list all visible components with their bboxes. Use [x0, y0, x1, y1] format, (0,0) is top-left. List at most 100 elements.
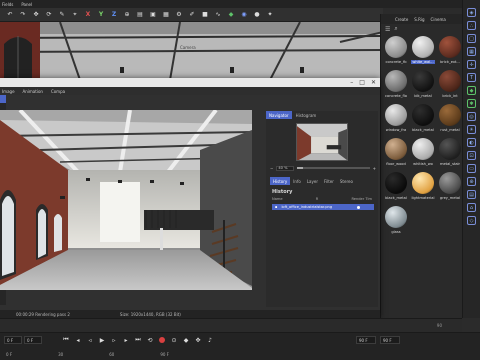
spline-icon[interactable]: ∿: [214, 11, 222, 19]
cloner-icon[interactable]: ✱: [467, 99, 476, 108]
picture-viewer-icon[interactable]: ▦: [162, 11, 170, 19]
material-item[interactable]: blk_metal: [411, 70, 435, 102]
keyframe-icon[interactable]: ◆: [182, 336, 190, 344]
lock-icon[interactable]: ⌂: [467, 203, 476, 212]
grid-icon[interactable]: ▤: [467, 190, 476, 199]
material-item[interactable]: brick_ext...: [438, 36, 462, 68]
navigator-thumbnail[interactable]: [296, 123, 348, 161]
prev-key-icon[interactable]: ◂: [74, 336, 82, 344]
view-tab[interactable]: [0, 95, 6, 103]
sphere-icon[interactable]: ●: [253, 11, 261, 19]
pen-icon[interactable]: ✎: [58, 11, 66, 19]
tab-stereo[interactable]: Stereo: [337, 177, 356, 185]
tab-cinema[interactable]: Cinema: [431, 17, 446, 22]
menu-image[interactable]: Image: [2, 89, 15, 94]
autokey-icon[interactable]: ⊙: [170, 336, 178, 344]
render-icon[interactable]: ▣: [149, 11, 157, 19]
polygons-mode-icon[interactable]: ▦: [467, 47, 476, 56]
rotate-icon[interactable]: ⟳: [45, 11, 53, 19]
light-tool-icon[interactable]: ☀: [467, 125, 476, 134]
tab-create[interactable]: Create: [395, 17, 408, 22]
prev-frame-icon[interactable]: ◃: [86, 336, 94, 344]
play-icon[interactable]: ▶: [98, 336, 106, 344]
light-icon[interactable]: ✦: [266, 11, 274, 19]
material-item[interactable]: whitish_wo: [411, 138, 435, 170]
search-icon[interactable]: ⌕: [394, 25, 397, 33]
y-axis-toggle[interactable]: Y: [97, 11, 105, 19]
material-item[interactable]: grey_metal: [438, 172, 462, 204]
tab-history[interactable]: History: [270, 177, 291, 185]
first-frame-icon[interactable]: ⏮: [62, 336, 70, 344]
start-frame-field[interactable]: 0 F: [4, 336, 22, 344]
tab-srig[interactable]: S.Rig: [414, 17, 424, 22]
preview-end-field[interactable]: 90 F: [380, 336, 400, 344]
select-icon[interactable]: ⌖: [71, 11, 79, 19]
deformer-icon[interactable]: ◉: [240, 11, 248, 19]
coordinate-icon[interactable]: ⊕: [123, 11, 131, 19]
material-item[interactable]: window_fra: [384, 104, 408, 136]
tab-layer[interactable]: Layer: [304, 177, 321, 185]
material-item[interactable]: concrete_flo: [384, 70, 408, 102]
menu-compare[interactable]: Compa: [51, 89, 65, 94]
zoom-slider[interactable]: [297, 167, 370, 169]
minimize-icon[interactable]: –: [350, 79, 353, 86]
timeline[interactable]: 90: [0, 318, 462, 332]
edges-mode-icon[interactable]: ▢: [467, 34, 476, 43]
move-icon[interactable]: ✥: [32, 11, 40, 19]
deformer-tool-icon[interactable]: ◐: [467, 138, 476, 147]
z-axis-toggle[interactable]: Z: [110, 11, 118, 19]
zoom-field[interactable]: 40 %: [276, 165, 295, 171]
axis-icon[interactable]: ✛: [467, 60, 476, 69]
editor-viewport[interactable]: Camera: [0, 22, 383, 80]
globe-icon[interactable]: ⊕: [467, 177, 476, 186]
tab-navigator[interactable]: Navigator: [266, 111, 292, 119]
undo-icon[interactable]: ↶: [6, 11, 14, 19]
record-icon[interactable]: [158, 336, 166, 344]
python-icon[interactable]: ◇: [467, 216, 476, 225]
material-item[interactable]: black_metal: [411, 104, 435, 136]
zoom-in-icon[interactable]: +: [373, 166, 376, 171]
tab-info[interactable]: Info: [290, 177, 304, 185]
history-row[interactable]: ▪ loft_office_industrialstar.png: [272, 204, 374, 210]
motion-icon[interactable]: ✥: [194, 336, 202, 344]
cube-tool-icon[interactable]: ◆: [467, 86, 476, 95]
material-item[interactable]: rust_metal: [438, 104, 462, 136]
next-key-icon[interactable]: ▸: [122, 336, 130, 344]
edit-icon[interactable]: ✐: [188, 11, 196, 19]
material-item[interactable]: brick_int: [438, 70, 462, 102]
object-mode-icon[interactable]: ◈: [467, 8, 476, 17]
current-frame-field[interactable]: 0 F: [24, 336, 42, 344]
tab-filter[interactable]: Filter: [321, 177, 337, 185]
points-mode-icon[interactable]: ∴: [467, 21, 476, 30]
menu-panel[interactable]: Panel: [21, 2, 32, 7]
last-frame-icon[interactable]: ⏭: [134, 336, 142, 344]
material-item[interactable]: metal_stair: [438, 138, 462, 170]
snap-icon[interactable]: ⊡: [467, 151, 476, 160]
material-item[interactable]: white_wal...: [411, 36, 435, 68]
material-item[interactable]: concrete_fb: [384, 36, 408, 68]
menu-animation[interactable]: Animation: [23, 89, 43, 94]
menu-fields[interactable]: Fields: [2, 2, 13, 7]
close-icon[interactable]: ✕: [371, 79, 376, 86]
zoom-out-icon[interactable]: −: [270, 166, 273, 171]
redo-icon[interactable]: ↷: [19, 11, 27, 19]
material-item[interactable]: floor_wood: [384, 138, 408, 170]
material-item[interactable]: lightmaterial: [411, 172, 435, 204]
end-frame-field[interactable]: 90 F: [356, 336, 376, 344]
text-tool-icon[interactable]: T: [467, 73, 476, 82]
workplane-icon[interactable]: ▭: [467, 164, 476, 173]
tab-histogram[interactable]: Histogram: [293, 111, 320, 119]
next-frame-icon[interactable]: ▹: [110, 336, 118, 344]
x-axis-toggle[interactable]: X: [84, 11, 92, 19]
render-settings-icon[interactable]: ⚙: [175, 11, 183, 19]
generator-icon[interactable]: ◆: [227, 11, 235, 19]
cube-icon[interactable]: ■: [201, 11, 209, 19]
maximize-icon[interactable]: □: [359, 79, 365, 86]
loop-icon[interactable]: ⟲: [146, 336, 154, 344]
camera-icon[interactable]: ◎: [467, 112, 476, 121]
clapper-icon[interactable]: ▤: [136, 11, 144, 19]
material-item[interactable]: black_metal: [384, 172, 408, 204]
sound-icon[interactable]: ♪: [206, 336, 214, 344]
material-item[interactable]: glass: [384, 206, 408, 238]
menu-icon[interactable]: ☰: [385, 26, 390, 33]
